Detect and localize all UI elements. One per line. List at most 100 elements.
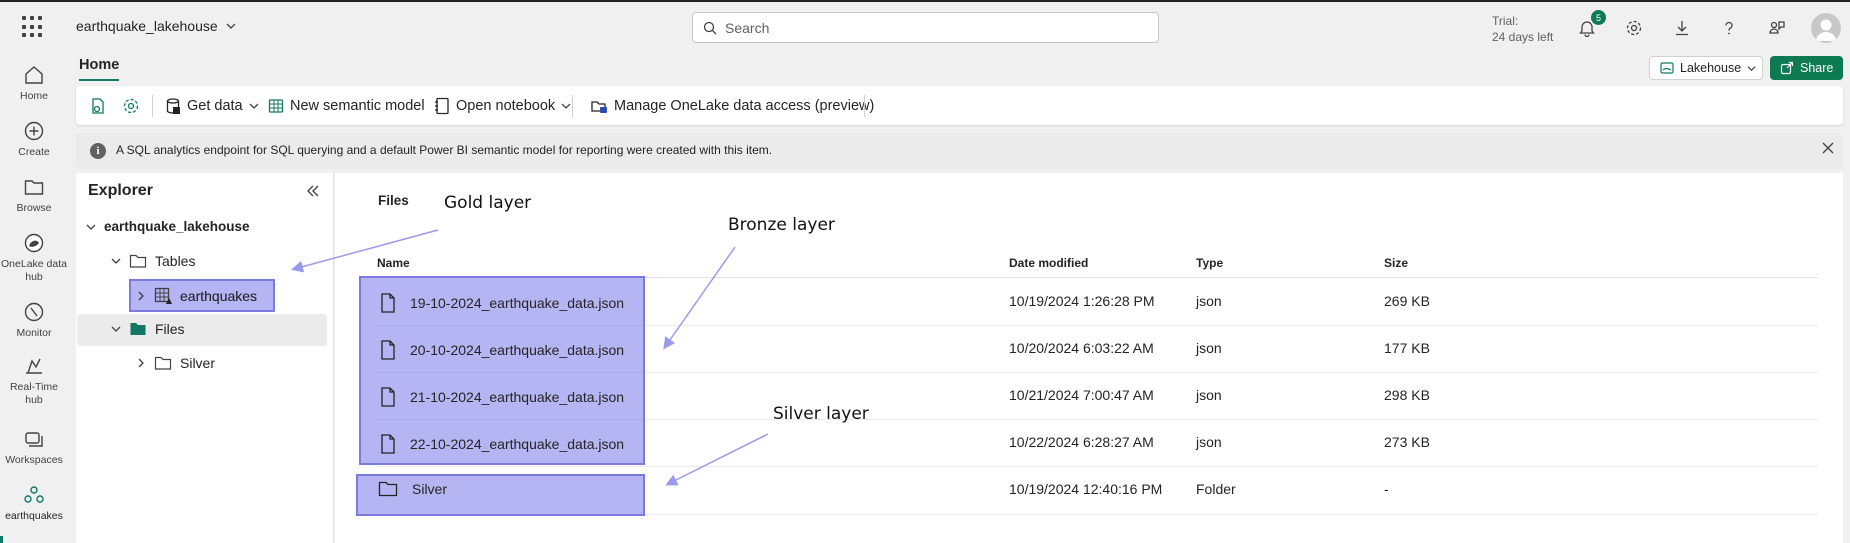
tree-item-label: Silver [180, 355, 216, 371]
column-header-name[interactable]: Name [377, 256, 410, 270]
share-button[interactable]: Share [1770, 56, 1843, 80]
folder-name: Silver [412, 481, 448, 497]
tab-underline [79, 79, 119, 81]
user-icon [1816, 19, 1836, 41]
column-header-size[interactable]: Size [1384, 256, 1408, 270]
left-nav: Home Create Browse OneLake data hub Moni… [0, 52, 68, 543]
notebook-icon [435, 97, 449, 114]
open-notebook-button[interactable]: Open notebook [434, 86, 571, 125]
file-date: 10/20/2024 6:03:22 AM [1009, 340, 1154, 356]
banner-close-button[interactable] [1821, 141, 1835, 158]
file-type: json [1196, 434, 1222, 450]
nav-label: OneLake data hub [1, 258, 67, 283]
collapse-explorer-button[interactable] [305, 183, 321, 202]
chevron-down-icon [111, 326, 121, 332]
trial-days-left: 24 days left [1492, 30, 1554, 44]
get-data-button[interactable]: Get data [165, 86, 259, 125]
folder-icon [378, 481, 398, 497]
avatar[interactable] [1811, 13, 1841, 43]
new-semantic-model-button[interactable]: New semantic model [268, 86, 425, 125]
new-semantic-model-label: New semantic model [290, 97, 425, 114]
file-type: json [1196, 293, 1222, 309]
nav-item-home[interactable]: Home [0, 60, 68, 103]
chevron-down-icon [111, 258, 121, 264]
trial-status[interactable]: Trial: 24 days left [1492, 13, 1553, 45]
chevron-down-icon [86, 224, 96, 230]
file-row-name[interactable]: 20-10-2024_earthquake_data.json [380, 340, 624, 360]
workspaces-icon [25, 432, 43, 447]
download-button[interactable] [1670, 16, 1694, 40]
lakehouse-refresh-icon [92, 97, 104, 114]
tree-item-silver[interactable]: Silver [136, 355, 215, 371]
nav-item-monitor[interactable]: Monitor [0, 297, 68, 340]
search-icon [703, 21, 717, 34]
column-header-date[interactable]: Date modified [1009, 256, 1088, 270]
column-header-type[interactable]: Type [1196, 256, 1223, 270]
workspace-title-dropdown[interactable]: earthquake_lakehouse [76, 18, 236, 34]
help-icon [1725, 21, 1733, 35]
nav-item-create[interactable]: Create [0, 116, 68, 159]
manage-onelake-access-button[interactable]: Manage OneLake data access (preview) [590, 86, 874, 125]
new-item-button[interactable] [89, 86, 107, 125]
active-indicator [0, 536, 3, 543]
file-size: 177 KB [1384, 340, 1430, 356]
folder-icon [24, 180, 44, 195]
file-date: 10/21/2024 7:00:47 AM [1009, 387, 1154, 403]
row-divider [376, 466, 1818, 467]
toolbar-divider [864, 95, 865, 117]
notifications-button[interactable]: 5 [1575, 10, 1606, 40]
folder-icon [129, 254, 147, 268]
nav-item-realtime[interactable]: Real-Time hub [0, 351, 68, 407]
tree-root-label: earthquake_lakehouse [104, 219, 250, 234]
tree-item-earthquakes-table-overlay[interactable]: earthquakes [136, 287, 257, 305]
nav-label: Browse [16, 202, 52, 214]
silver-layer-annotation: Silver layer [773, 404, 869, 424]
settings-button[interactable] [1622, 16, 1646, 40]
tree-item-files[interactable]: Files [111, 321, 185, 337]
lakehouse-switch-button[interactable]: Lakehouse [1649, 56, 1763, 80]
chevron-right-icon [138, 291, 144, 301]
search-input[interactable]: Search [692, 12, 1159, 43]
nav-item-onelake[interactable]: OneLake data hub [0, 228, 68, 284]
bronze-layer-annotation: Bronze layer [728, 215, 835, 235]
toolbar-divider [152, 95, 153, 117]
chevron-down-icon [226, 23, 236, 29]
gold-layer-annotation: Gold layer [444, 193, 532, 213]
file-date: 10/19/2024 12:40:16 PM [1009, 481, 1163, 497]
semantic-model-icon [268, 98, 284, 113]
file-name: 22-10-2024_earthquake_data.json [410, 436, 625, 452]
file-icon [381, 340, 395, 360]
file-icon [381, 434, 395, 454]
nav-item-browse[interactable]: Browse [0, 172, 68, 215]
info-icon: i [90, 143, 106, 159]
tree-item-label: Tables [155, 253, 196, 269]
tab-home[interactable]: Home [79, 57, 119, 73]
chevron-right-icon [138, 358, 144, 368]
file-date: 10/22/2024 6:28:27 AM [1009, 434, 1154, 450]
nav-item-earthquakes[interactable]: earthquakes [0, 480, 68, 523]
notification-count-badge: 5 [1591, 10, 1606, 25]
app-launcher-icon[interactable] [22, 16, 44, 38]
home-icon [25, 66, 43, 84]
settings-toolbar-button[interactable] [122, 86, 140, 125]
file-name: 19-10-2024_earthquake_data.json [410, 295, 625, 311]
file-row-name[interactable]: 19-10-2024_earthquake_data.json [380, 293, 624, 313]
file-size: - [1384, 481, 1389, 497]
folder-row-name[interactable]: Silver [378, 481, 447, 497]
file-name: 21-10-2024_earthquake_data.json [410, 389, 625, 405]
double-chevron-left-icon [307, 185, 319, 197]
download-icon [1676, 21, 1688, 36]
database-icon [166, 97, 180, 114]
feedback-button[interactable] [1765, 16, 1789, 40]
file-row-name[interactable]: 21-10-2024_earthquake_data.json [380, 387, 624, 407]
file-row-name[interactable]: 22-10-2024_earthquake_data.json [380, 434, 624, 454]
file-name: 20-10-2024_earthquake_data.json [410, 342, 625, 358]
tree-item-tables[interactable]: Tables [111, 253, 195, 269]
chevron-down-icon [249, 103, 259, 109]
nav-item-workspaces[interactable]: Workspaces [0, 424, 68, 467]
help-button[interactable] [1717, 16, 1741, 40]
tree-root[interactable]: earthquake_lakehouse [86, 219, 250, 234]
breadcrumb[interactable]: Files [378, 193, 409, 208]
get-data-label: Get data [187, 97, 243, 114]
toolbar-divider [572, 95, 573, 117]
